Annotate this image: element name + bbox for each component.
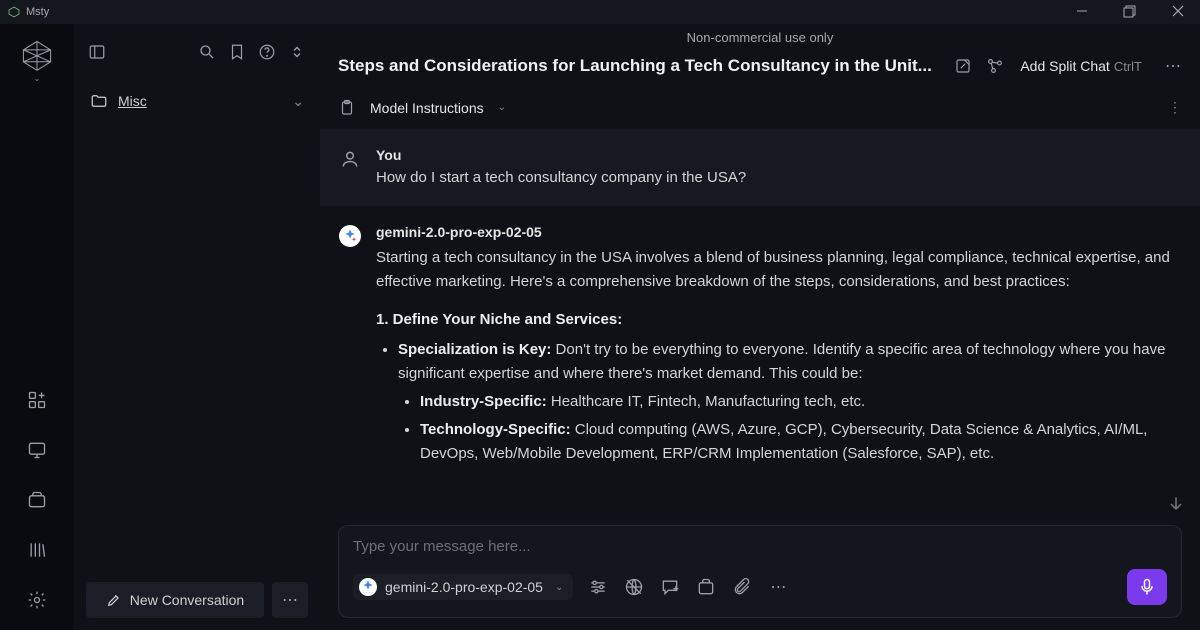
window-titlebar: Msty [0, 0, 1200, 24]
help-icon[interactable] [258, 43, 276, 61]
monitor-icon[interactable] [17, 430, 57, 470]
ai-message-body: Starting a tech consultancy in the USA i… [376, 246, 1176, 466]
library-icon[interactable] [17, 530, 57, 570]
graph-icon[interactable] [986, 57, 1004, 75]
folder-item-misc[interactable]: Misc ⌄ [74, 80, 320, 122]
ai-avatar [338, 224, 362, 248]
settings-icon[interactable] [17, 580, 57, 620]
tune-icon[interactable] [587, 576, 609, 598]
main-panel: Non-commercial use only Steps and Consid… [320, 24, 1200, 630]
app-logo-icon [8, 6, 20, 18]
model-chip-label: gemini-2.0-pro-exp-02-05 [385, 579, 543, 595]
new-conversation-button[interactable]: New Conversation [86, 582, 264, 618]
composer: gemini-2.0-pro-exp-02-05 ⌄ [320, 525, 1200, 630]
sort-icon[interactable] [288, 43, 306, 61]
user-avatar-icon [338, 147, 362, 171]
license-notice: Non-commercial use only [320, 24, 1200, 45]
model-instructions-row[interactable]: Model Instructions ⌄ ⋮ [320, 87, 1200, 129]
ai-model-name: gemini-2.0-pro-exp-02-05 [376, 224, 1176, 240]
chevron-down-icon: ⌄ [555, 582, 563, 593]
pencil-icon [106, 592, 122, 608]
conversation-title: Steps and Considerations for Launching a… [338, 56, 940, 76]
message-user: You How do I start a tech consultancy co… [320, 129, 1200, 206]
message-ai: gemini-2.0-pro-exp-02-05 Starting a tech… [320, 206, 1200, 490]
maximize-button[interactable] [1116, 3, 1144, 22]
app-logo[interactable] [20, 38, 54, 72]
chevron-down-icon: ⌄ [498, 102, 506, 113]
folder-icon [90, 92, 108, 110]
vertical-dots-icon[interactable]: ⋮ [1168, 99, 1182, 116]
model-icon [359, 578, 377, 596]
scroll-down-icon[interactable] [1166, 494, 1186, 519]
microphone-button[interactable] [1127, 569, 1167, 605]
chevron-down-icon[interactable]: ⌄ [34, 74, 41, 83]
more-button[interactable]: ⋯ [272, 582, 308, 618]
folder-label: Misc [118, 93, 147, 109]
message-scroll-area[interactable]: You How do I start a tech consultancy co… [320, 129, 1200, 525]
app-name: Msty [26, 6, 49, 18]
new-conversation-label: New Conversation [130, 592, 244, 608]
globe-off-icon[interactable] [623, 576, 645, 598]
add-widget-icon[interactable] [17, 380, 57, 420]
panel-toggle-icon[interactable] [88, 43, 106, 61]
sidebar: Misc ⌄ New Conversation ⋯ [74, 24, 320, 630]
chat-add-icon[interactable] [659, 576, 681, 598]
add-split-chat-button[interactable]: Add Split ChatCtrlT [1020, 58, 1142, 74]
search-icon[interactable] [198, 43, 216, 61]
message-input[interactable] [353, 538, 1167, 555]
close-button[interactable] [1164, 3, 1192, 22]
clipboard-icon [338, 99, 356, 117]
more-icon[interactable]: ⋯ [1164, 57, 1182, 75]
left-rail: ⌄ [0, 24, 74, 630]
user-message-text: How do I start a tech consultancy compan… [376, 169, 1176, 186]
archive-icon[interactable] [17, 480, 57, 520]
bookmark-icon[interactable] [228, 43, 246, 61]
model-selector[interactable]: gemini-2.0-pro-exp-02-05 ⌄ [353, 574, 573, 600]
chevron-down-icon: ⌄ [292, 93, 304, 110]
minimize-button[interactable] [1068, 3, 1096, 22]
more-icon[interactable]: ⋯ [767, 576, 789, 598]
attach-icon[interactable] [731, 576, 753, 598]
box-icon[interactable] [695, 576, 717, 598]
model-instructions-label: Model Instructions [370, 100, 484, 116]
shortcut-label: CtrlT [1114, 59, 1142, 74]
edit-icon[interactable] [954, 57, 972, 75]
sender-label: You [376, 147, 1176, 163]
